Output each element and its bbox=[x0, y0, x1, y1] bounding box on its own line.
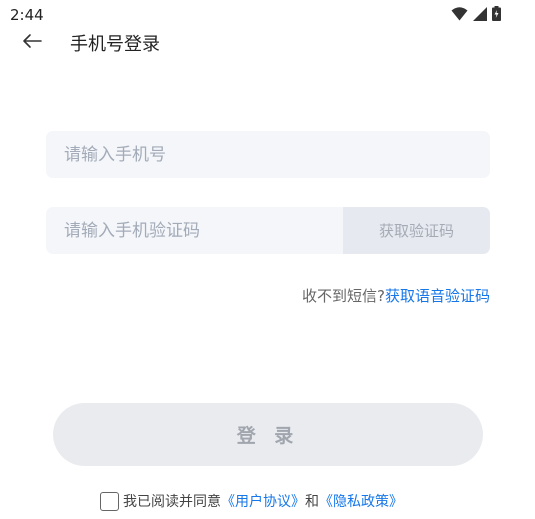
battery-icon bbox=[492, 6, 501, 21]
sms-hint-text: 收不到短信? bbox=[302, 287, 385, 305]
agreement-prefix: 我已阅读并同意 bbox=[123, 494, 221, 510]
user-agreement-link[interactable]: 《用户协议》 bbox=[221, 491, 305, 511]
arrow-left-icon[interactable] bbox=[21, 30, 43, 52]
status-time: 2:44 bbox=[10, 6, 44, 24]
app-bar: 手机号登录 bbox=[0, 28, 535, 58]
sms-hint: 收不到短信?获取语音验证码 bbox=[302, 285, 490, 306]
privacy-policy-link[interactable]: 《隐私政策》 bbox=[319, 491, 403, 511]
signal-icon bbox=[473, 7, 487, 21]
agreement: 我已阅读并同意 《用户协议》 和 《隐私政策》 bbox=[100, 491, 403, 511]
wifi-icon bbox=[451, 7, 468, 21]
status-bar: 2:44 bbox=[0, 0, 535, 30]
code-input[interactable] bbox=[46, 207, 344, 254]
phone-field bbox=[46, 131, 490, 178]
agreement-conjunction: 和 bbox=[305, 494, 319, 510]
page-title: 手机号登录 bbox=[70, 34, 160, 55]
login-button[interactable]: 登 录 bbox=[53, 403, 483, 466]
status-icons bbox=[451, 6, 501, 21]
agreement-checkbox[interactable] bbox=[100, 491, 119, 511]
code-field: 获取验证码 bbox=[46, 207, 490, 254]
phone-input[interactable] bbox=[46, 131, 490, 178]
voice-code-link[interactable]: 获取语音验证码 bbox=[385, 287, 490, 305]
get-code-button[interactable]: 获取验证码 bbox=[343, 207, 490, 254]
